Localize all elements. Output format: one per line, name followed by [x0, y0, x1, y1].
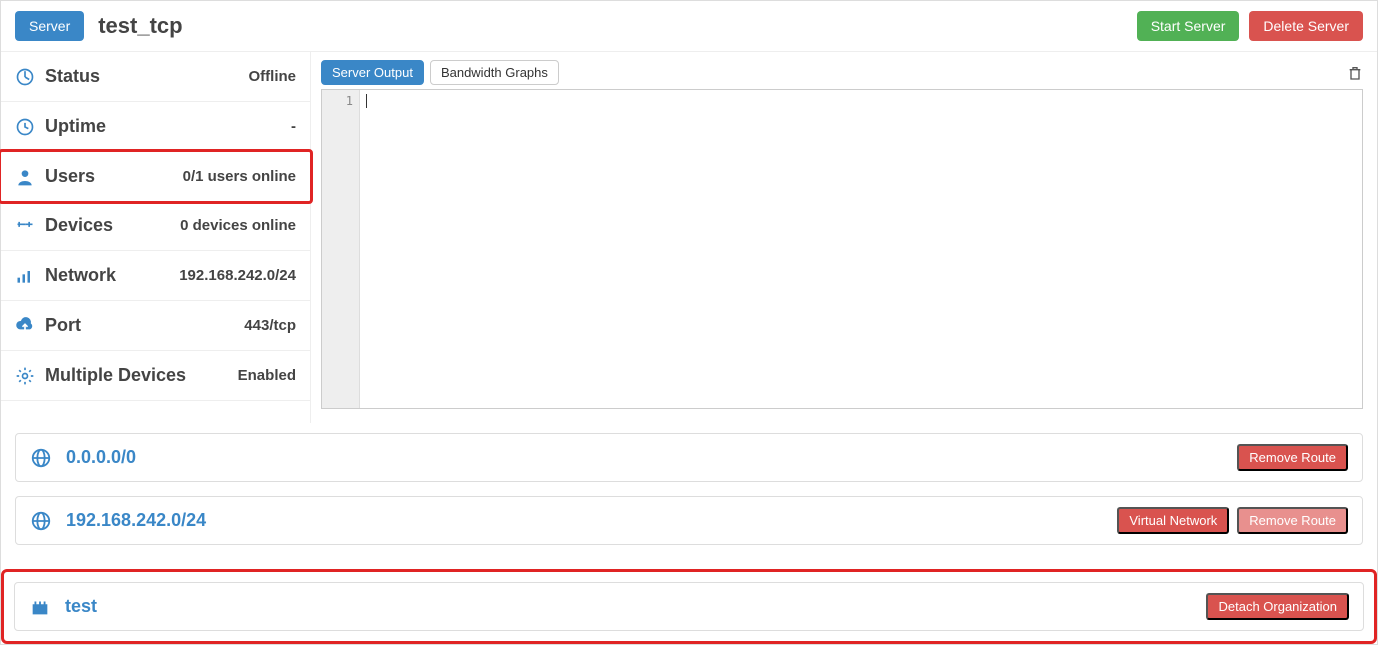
remove-route-button-1[interactable]: Remove Route: [1237, 444, 1348, 471]
devices-row[interactable]: Devices 0 devices online: [1, 201, 310, 251]
devices-label: Devices: [45, 215, 113, 236]
app-container: Server test_tcp Start Server Delete Serv…: [0, 0, 1378, 645]
main-panel: Server Output Bandwidth Graphs 1: [311, 52, 1377, 423]
users-row[interactable]: Users 0/1 users online: [0, 149, 313, 204]
route-card-1[interactable]: 0.0.0.0/0 Remove Route: [15, 433, 1363, 482]
delete-server-button[interactable]: Delete Server: [1249, 11, 1363, 41]
uptime-row[interactable]: Uptime -: [1, 102, 310, 152]
multidev-row[interactable]: Multiple Devices Enabled: [1, 351, 310, 401]
user-icon: [15, 167, 35, 187]
trash-icon[interactable]: [1347, 65, 1363, 81]
status-row[interactable]: Status Offline: [1, 52, 310, 102]
sidebar: Status Offline Uptime - User: [1, 52, 311, 423]
editor-body[interactable]: [360, 90, 1362, 408]
org-card[interactable]: test Detach Organization: [14, 582, 1364, 631]
clock-icon: [15, 117, 35, 137]
header-actions: Start Server Delete Server: [1137, 11, 1363, 41]
uptime-value: -: [291, 118, 296, 135]
port-row[interactable]: Port 443/tcp: [1, 301, 310, 351]
routes-section: 0.0.0.0/0 Remove Route 192.168.242.0/24 …: [1, 423, 1377, 569]
output-editor[interactable]: 1: [321, 89, 1363, 409]
network-label: Network: [45, 265, 116, 286]
virtual-network-button[interactable]: Virtual Network: [1117, 507, 1229, 534]
header-bar: Server test_tcp Start Server Delete Serv…: [1, 1, 1377, 52]
editor-cursor: [366, 94, 367, 108]
devices-icon: [15, 216, 35, 236]
start-server-button[interactable]: Start Server: [1137, 11, 1240, 41]
uptime-label: Uptime: [45, 116, 106, 137]
tab-bandwidth-graphs[interactable]: Bandwidth Graphs: [430, 60, 559, 85]
body-row: Status Offline Uptime - User: [1, 52, 1377, 423]
network-value: 192.168.242.0/24: [179, 267, 296, 284]
multidev-label: Multiple Devices: [45, 365, 186, 386]
network-row[interactable]: Network 192.168.242.0/24: [1, 251, 310, 301]
globe-icon: [30, 447, 52, 469]
route-cidr-1: 0.0.0.0/0: [66, 447, 136, 468]
route-cidr-2: 192.168.242.0/24: [66, 510, 206, 531]
detach-org-button[interactable]: Detach Organization: [1206, 593, 1349, 620]
users-value: 0/1 users online: [183, 168, 296, 185]
server-name: test_tcp: [98, 13, 182, 39]
port-label: Port: [45, 315, 81, 336]
signal-icon: [15, 266, 35, 286]
editor-gutter: 1: [322, 90, 360, 408]
org-name: test: [65, 596, 97, 617]
tab-server-output[interactable]: Server Output: [321, 60, 424, 85]
multidev-value: Enabled: [238, 367, 296, 384]
globe-icon: [30, 510, 52, 532]
status-label: Status: [45, 66, 100, 87]
dashboard-icon: [15, 67, 35, 87]
remove-route-button-2[interactable]: Remove Route: [1237, 507, 1348, 534]
route-card-2[interactable]: 192.168.242.0/24 Virtual Network Remove …: [15, 496, 1363, 545]
castle-icon: [29, 596, 51, 618]
gear-icon: [15, 366, 35, 386]
tabs-row: Server Output Bandwidth Graphs: [321, 60, 1363, 85]
org-highlight-box: test Detach Organization: [1, 569, 1377, 644]
server-badge-button[interactable]: Server: [15, 11, 84, 41]
users-label: Users: [45, 166, 95, 187]
status-value: Offline: [249, 68, 297, 85]
line-number-1: 1: [322, 94, 353, 108]
cloud-upload-icon: [15, 316, 35, 336]
port-value: 443/tcp: [244, 317, 296, 334]
devices-value: 0 devices online: [180, 217, 296, 234]
